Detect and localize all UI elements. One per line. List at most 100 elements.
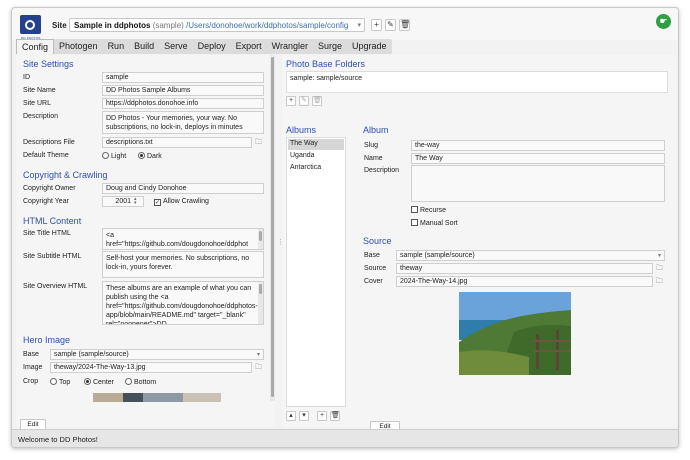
menu-tabs: Config Photogen Run Build Serve Deploy Export W… [16,39,392,54]
chevron-down-icon: ▾ [357,22,361,29]
copyright-owner-label: Copyright Owner [23,185,76,192]
crop-bottom-radio[interactable]: Bottom [125,378,156,386]
hero-image-preview [93,393,221,402]
default-theme-label: Default Theme [23,152,69,159]
edit-site-button[interactable]: ✎ [385,19,396,31]
site-id: (sample) [152,21,184,30]
menu-tab-export[interactable]: Export [231,39,267,54]
left-scrollbar[interactable] [270,55,275,401]
site-label: Site [52,21,67,30]
add-album-button[interactable]: + [317,411,327,421]
copyright-year-field[interactable]: 2001 [102,196,144,207]
id-label: ID [23,74,30,81]
app-window: DD PHOTOS Site Sample in ddphotos (sampl… [11,7,679,448]
chevron-down-icon: ▾ [657,253,661,259]
menu-tab-build[interactable]: Build [129,39,159,54]
base-folder-item[interactable]: sample: sample/source [290,75,362,82]
hero-image-field[interactable]: theway/2024-The-Way-13.jpg [50,362,252,373]
status-bar: Welcome to DD Photos! [12,429,678,447]
hero-image-title: Hero Image [23,335,71,345]
slug-field[interactable]: the-way [411,140,665,151]
menu-tab-wrangler[interactable]: Wrangler [267,39,313,54]
update-status-icon[interactable]: ☛ [656,14,671,29]
folder-icon[interactable]: 🗀 [253,137,264,148]
site-settings-title: Site Settings [23,59,74,69]
crop-label: Crop [23,378,39,385]
site-title-html-field[interactable]: <a href="https://github.com/dougdonohoe/… [102,228,264,250]
menu-tab-photogen[interactable]: Photogen [54,39,103,54]
copyright-title: Copyright & Crawling [23,170,108,180]
source-base-select[interactable]: sample (sample/source) ▾ [396,250,665,261]
albums-list: The Way Uganda Antarctica [286,137,346,407]
crop-center-radio[interactable]: Center [84,378,114,386]
site-subtitle-html-field[interactable]: Self-host your memories. No subscription… [102,251,264,278]
delete-album-button[interactable]: 🗑 [330,411,340,421]
move-down-button[interactable]: ▾ [299,411,309,421]
cover-label: Cover [364,278,383,285]
folder-icon[interactable]: 🗀 [654,263,665,274]
source-label: Source [364,265,387,272]
allow-crawling-checkbox[interactable]: ✓ Allow Crawling [154,198,209,206]
menu-tab-run[interactable]: Run [103,39,130,54]
menu-bar: Config Photogen Run Build Serve Deploy Export W… [12,39,678,54]
move-up-button[interactable]: ▴ [286,411,296,421]
delete-folder-button[interactable]: 🗑 [312,96,322,106]
site-title-html-label: Site Title HTML [23,230,71,237]
config-left-panel: Site Settings ID sample Site Name DD Pho… [16,55,275,430]
album-name-field[interactable]: The Way [411,153,665,164]
cover-field[interactable]: 2024-The-Way-14.jpg [396,276,653,287]
menu-tab-upgrade[interactable]: Upgrade [347,39,392,54]
album-description-field[interactable] [411,165,665,202]
menu-tab-config[interactable]: Config [16,39,55,54]
site-subtitle-html-label: Site Subtitle HTML [23,253,82,260]
manual-sort-checkbox[interactable]: Manual Sort [411,219,458,227]
copyright-owner-field[interactable]: Doug and Cindy Donohoe [102,183,264,194]
add-site-button[interactable]: + [371,19,382,31]
copyright-year-label: Copyright Year [23,198,69,205]
site-overview-html-field[interactable]: These albums are an example of what you … [102,281,264,325]
cover-image-preview [459,292,571,375]
base-folders-list: sample: sample/source [286,71,668,93]
camera-logo-icon: DD PHOTOS [20,15,41,40]
chevron-down-icon: ▾ [256,352,260,358]
site-url-field[interactable]: https://ddphotos.donohoe.info [102,98,264,109]
menu-tab-serve[interactable]: Serve [159,39,193,54]
config-right-panel: Photo Base Folders sample: sample/source… [282,55,676,432]
recurse-checkbox[interactable]: Recurse [411,206,446,214]
album-description-label: Description [364,167,400,174]
site-url-label: Site URL [23,100,52,107]
hero-base-select[interactable]: sample (sample/source) ▾ [50,349,264,360]
year-stepper-icon[interactable]: ▴ ▾ [134,197,137,206]
album-item-the-way[interactable]: The Way [288,139,344,150]
album-item-antarctica[interactable]: Antarctica [288,163,344,174]
source-base-label: Base [364,252,380,259]
description-field[interactable]: DD Photos - Your memories, your way. No … [102,111,264,134]
site-name-field[interactable]: DD Photos Sample Albums [102,85,264,96]
album-item-uganda[interactable]: Uganda [288,151,344,162]
folder-icon[interactable]: 🗀 [654,276,665,287]
site-name: Sample in ddphotos [74,21,151,30]
folder-icon[interactable]: 🗀 [253,362,264,373]
theme-light-radio[interactable]: Light [102,152,126,160]
album-name-label: Name [364,155,383,162]
site-overview-html-label: Site Overview HTML [23,283,88,290]
descriptions-file-label: Descriptions File [23,139,75,146]
theme-dark-radio[interactable]: Dark [138,152,162,160]
hero-image-label: Image [23,364,43,371]
site-select[interactable]: Sample in ddphotos (sample) /Users/donoh… [69,18,365,32]
albums-title: Albums [286,125,317,135]
hero-base-label: Base [23,351,39,358]
menu-tab-surge[interactable]: Surge [313,39,347,54]
descriptions-file-field[interactable]: descriptions.txt [102,137,252,148]
menu-tab-deploy[interactable]: Deploy [193,39,231,54]
id-field[interactable]: sample [102,72,264,83]
source-title: Source [363,236,392,246]
add-folder-button[interactable]: + [286,96,296,106]
source-field[interactable]: theway [396,263,653,274]
crop-top-radio[interactable]: Top [50,378,70,386]
album-title: Album [363,125,389,135]
site-path: /Users/donohoe/work/ddphotos/sample/conf… [186,21,349,30]
edit-folder-button[interactable]: ✎ [299,96,309,106]
photo-base-folders-title: Photo Base Folders [286,59,366,69]
delete-site-button[interactable]: 🗑 [399,19,410,31]
